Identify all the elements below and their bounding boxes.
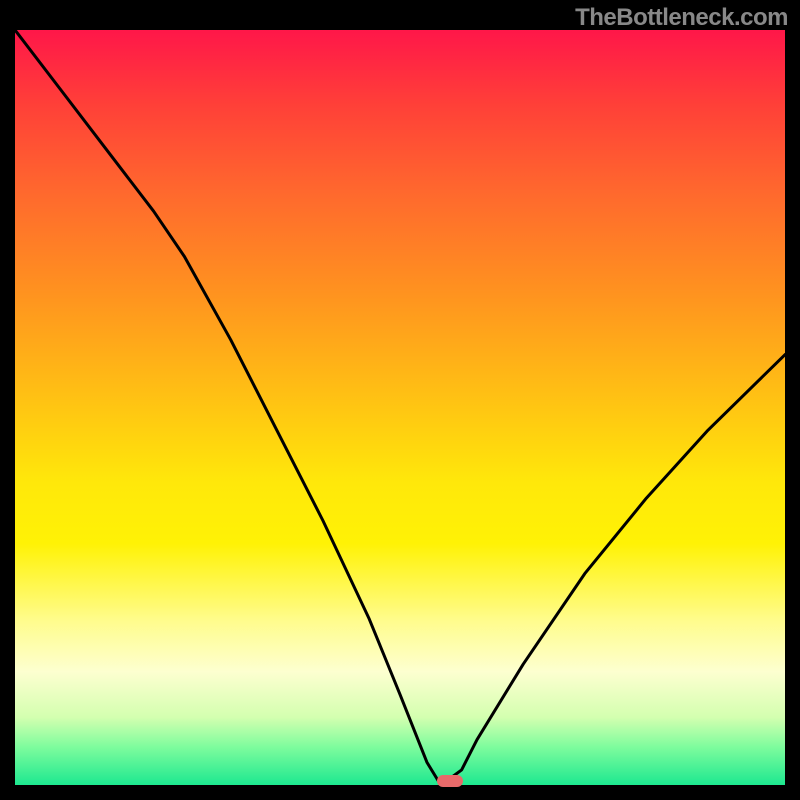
- watermark-text: TheBottleneck.com: [575, 4, 788, 32]
- chart-container: TheBottleneck.com: [0, 0, 800, 800]
- bottleneck-curve: [15, 30, 785, 785]
- plot-area: [15, 30, 785, 785]
- optimal-point-marker: [437, 775, 463, 787]
